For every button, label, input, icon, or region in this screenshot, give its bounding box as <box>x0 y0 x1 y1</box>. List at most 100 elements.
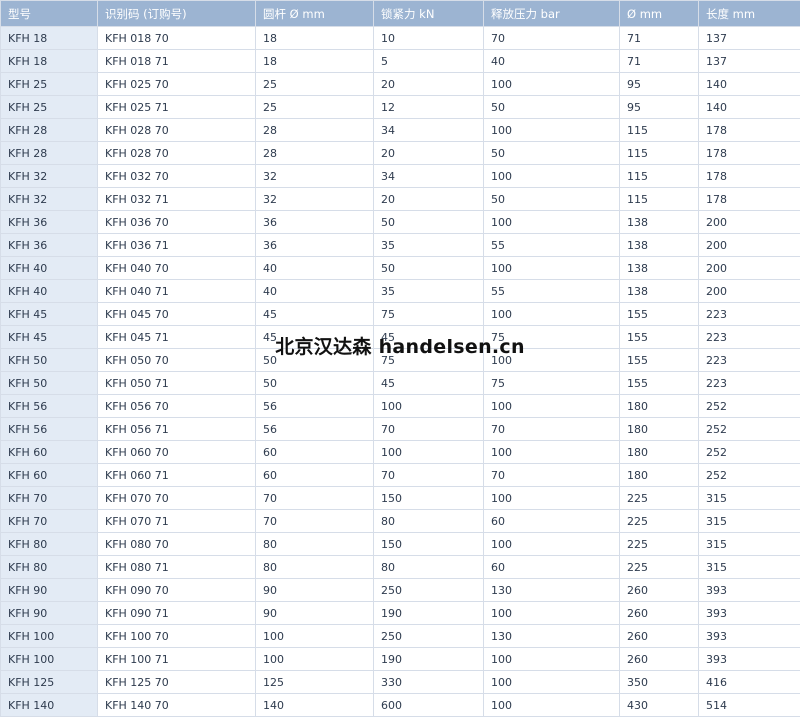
clamping-force-header: 锁紧力 kN <box>373 0 484 27</box>
table-body: KFH 18 KFH 018 70 18 10 70 71 137 KFH 18 KFH 018… <box>0 26 800 717</box>
diameter-cell: 155 <box>619 371 699 395</box>
table-row: KFH 18 KFH 018 71 18 5 40 71 137 <box>0 49 800 73</box>
clamping-force-cell: 45 <box>373 371 484 395</box>
length-cell: 252 <box>698 463 800 487</box>
model-cell: KFH 90 <box>0 601 98 625</box>
release-pressure-cell: 60 <box>483 509 620 533</box>
clamping-force-cell: 5 <box>373 49 484 73</box>
clamping-force-cell: 100 <box>373 440 484 464</box>
clamping-force-cell: 600 <box>373 693 484 717</box>
rod-diameter-cell: 100 <box>255 647 374 671</box>
order-code-cell: KFH 070 70 <box>97 486 256 510</box>
clamping-force-cell: 100 <box>373 394 484 418</box>
diameter-cell: 138 <box>619 256 699 280</box>
release-pressure-cell: 100 <box>483 647 620 671</box>
model-cell: KFH 56 <box>0 417 98 441</box>
table-row: KFH 32 KFH 032 71 32 20 50 115 178 <box>0 187 800 211</box>
order-code-cell: KFH 060 71 <box>97 463 256 487</box>
model-cell: KFH 100 <box>0 647 98 671</box>
order-code-cell: KFH 100 71 <box>97 647 256 671</box>
rod-diameter-cell: 125 <box>255 670 374 694</box>
model-cell: KFH 56 <box>0 394 98 418</box>
table-row: KFH 60 KFH 060 70 60 100 100 180 252 <box>0 440 800 464</box>
order-code-cell: KFH 028 70 <box>97 118 256 142</box>
rod-diameter-cell: 80 <box>255 555 374 579</box>
order-code-cell: KFH 018 71 <box>97 49 256 73</box>
order-code-cell: KFH 090 71 <box>97 601 256 625</box>
rod-diameter-cell: 18 <box>255 26 374 50</box>
clamping-force-cell: 34 <box>373 118 484 142</box>
model-cell: KFH 28 <box>0 141 98 165</box>
order-code-cell: KFH 056 71 <box>97 417 256 441</box>
clamping-force-cell: 50 <box>373 210 484 234</box>
order-code-cell: KFH 032 70 <box>97 164 256 188</box>
clamping-force-cell: 190 <box>373 647 484 671</box>
clamping-force-cell: 150 <box>373 532 484 556</box>
clamping-force-cell: 50 <box>373 256 484 280</box>
diameter-cell: 115 <box>619 187 699 211</box>
order-code-cell: KFH 025 71 <box>97 95 256 119</box>
table-row: KFH 70 KFH 070 70 70 150 100 225 315 <box>0 486 800 510</box>
release-pressure-cell: 100 <box>483 394 620 418</box>
rod-diameter-cell: 56 <box>255 417 374 441</box>
diameter-cell: 225 <box>619 509 699 533</box>
order-code-cell: KFH 056 70 <box>97 394 256 418</box>
table-row: KFH 60 KFH 060 71 60 70 70 180 252 <box>0 463 800 487</box>
clamping-force-cell: 75 <box>373 302 484 326</box>
clamping-force-cell: 190 <box>373 601 484 625</box>
table-row: KFH 80 KFH 080 71 80 80 60 225 315 <box>0 555 800 579</box>
table-row: KFH 80 KFH 080 70 80 150 100 225 315 <box>0 532 800 556</box>
release-pressure-cell: 100 <box>483 256 620 280</box>
clamping-force-cell: 250 <box>373 578 484 602</box>
model-cell: KFH 100 <box>0 624 98 648</box>
table-row: KFH 45 KFH 045 70 45 75 100 155 223 <box>0 302 800 326</box>
release-pressure-cell: 100 <box>483 601 620 625</box>
release-pressure-cell: 100 <box>483 532 620 556</box>
clamping-force-cell: 150 <box>373 486 484 510</box>
order-code-cell: KFH 090 70 <box>97 578 256 602</box>
rod-diameter-cell: 56 <box>255 394 374 418</box>
diameter-cell: 95 <box>619 95 699 119</box>
diameter-header: Ø mm <box>619 0 699 27</box>
release-pressure-cell: 50 <box>483 187 620 211</box>
diameter-cell: 260 <box>619 578 699 602</box>
table-row: KFH 28 KFH 028 70 28 34 100 115 178 <box>0 118 800 142</box>
rod-diameter-cell: 140 <box>255 693 374 717</box>
clamping-force-cell: 12 <box>373 95 484 119</box>
table-row: KFH 70 KFH 070 71 70 80 60 225 315 <box>0 509 800 533</box>
table-row: KFH 40 KFH 040 71 40 35 55 138 200 <box>0 279 800 303</box>
rod-diameter-cell: 80 <box>255 532 374 556</box>
model-cell: KFH 32 <box>0 164 98 188</box>
length-cell: 137 <box>698 26 800 50</box>
table-row: KFH 125 KFH 125 70 125 330 100 350 416 <box>0 670 800 694</box>
order-code-cell: KFH 025 70 <box>97 72 256 96</box>
length-cell: 393 <box>698 578 800 602</box>
model-cell: KFH 60 <box>0 463 98 487</box>
header-row: 型号 识别码 (订购号) 圆杆 Ø mm 锁紧力 kN 释放压力 bar Ø mm 长度 m… <box>0 0 800 27</box>
release-pressure-cell: 75 <box>483 371 620 395</box>
release-pressure-cell: 100 <box>483 164 620 188</box>
release-pressure-cell: 100 <box>483 302 620 326</box>
model-cell: KFH 140 <box>0 693 98 717</box>
model-cell: KFH 80 <box>0 532 98 556</box>
model-cell: KFH 70 <box>0 509 98 533</box>
diameter-cell: 430 <box>619 693 699 717</box>
model-cell: KFH 125 <box>0 670 98 694</box>
model-cell: KFH 60 <box>0 440 98 464</box>
release-pressure-cell: 100 <box>483 210 620 234</box>
release-pressure-cell: 100 <box>483 118 620 142</box>
diameter-cell: 71 <box>619 26 699 50</box>
diameter-cell: 180 <box>619 463 699 487</box>
length-cell: 140 <box>698 95 800 119</box>
table-row: KFH 36 KFH 036 70 36 50 100 138 200 <box>0 210 800 234</box>
diameter-cell: 71 <box>619 49 699 73</box>
order-code-cell: KFH 045 70 <box>97 302 256 326</box>
diameter-cell: 180 <box>619 394 699 418</box>
length-cell: 514 <box>698 693 800 717</box>
rod-diameter-cell: 32 <box>255 164 374 188</box>
model-cell: KFH 80 <box>0 555 98 579</box>
rod-diameter-cell: 36 <box>255 233 374 257</box>
model-cell: KFH 90 <box>0 578 98 602</box>
order-code-cell: KFH 060 70 <box>97 440 256 464</box>
table-row: KFH 25 KFH 025 71 25 12 50 95 140 <box>0 95 800 119</box>
